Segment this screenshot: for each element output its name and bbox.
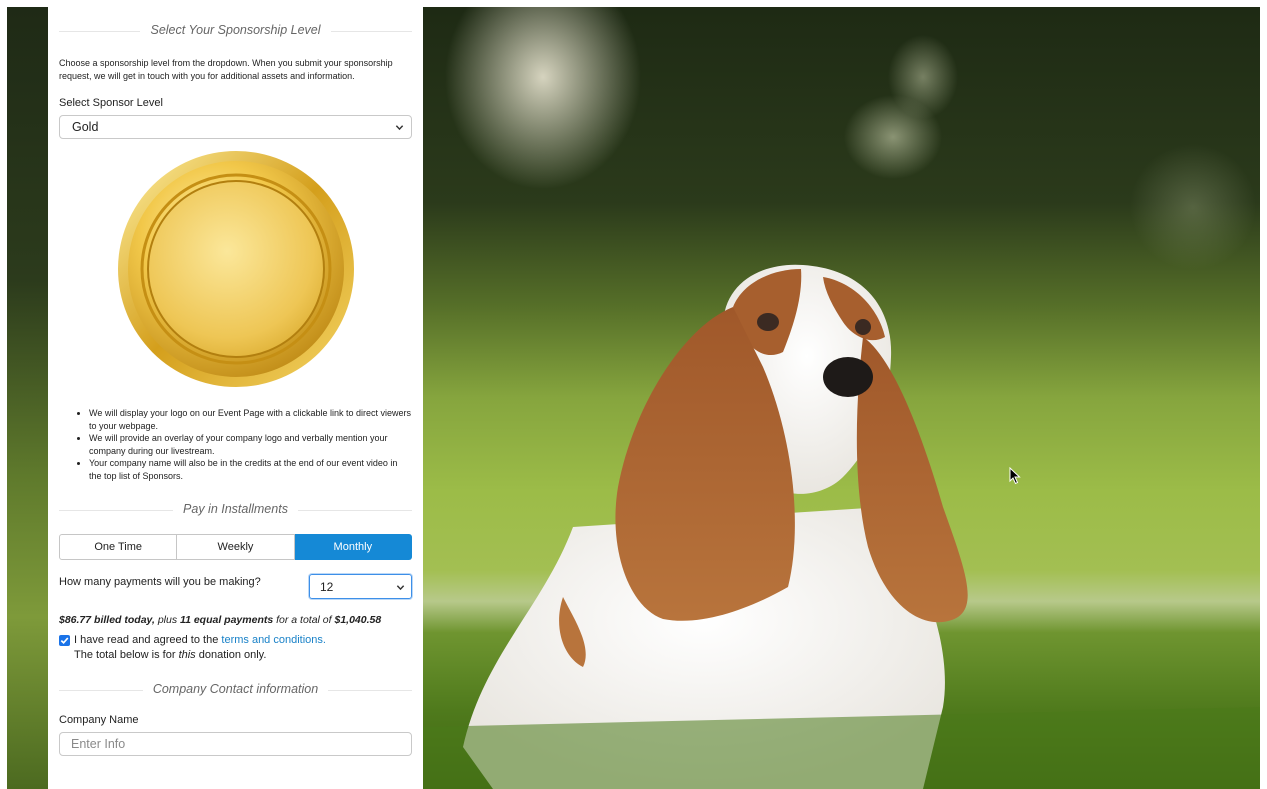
company-name-label: Company Name [59, 714, 139, 726]
sponsor-level-value: Gold [72, 120, 99, 134]
summary-for-total: for a total of [273, 614, 335, 626]
terms-checkbox[interactable] [59, 635, 70, 646]
sponsorship-intro-text: Choose a sponsorship level from the drop… [59, 58, 393, 81]
terms-link[interactable]: terms and conditions. [221, 634, 326, 646]
terms-prefix: I have read and agreed to the [74, 634, 222, 646]
total-note-emphasis: this [178, 649, 196, 661]
tab-one-time[interactable]: One Time [59, 534, 178, 560]
summary-plus: plus [154, 614, 181, 626]
sponsorship-benefits-list: We will display your logo on our Event P… [59, 407, 412, 482]
total-note-suffix: donation only. [195, 649, 267, 661]
chevron-down-icon [396, 585, 405, 591]
installments-header: Pay in Installments [59, 500, 412, 520]
sponsorship-form-panel: Select Your Sponsorship Level Choose a s… [48, 7, 423, 789]
company-contact-header: Company Contact information [59, 680, 412, 700]
background-photo-basset-hound [423, 7, 1260, 789]
sponsorship-level-header: Select Your Sponsorship Level [59, 21, 412, 41]
chevron-down-icon [395, 125, 404, 131]
list-item: Your company name will also be in the cr… [89, 457, 412, 482]
list-item: We will provide an overlay of your compa… [89, 432, 412, 457]
tab-weekly[interactable]: Weekly [177, 534, 295, 560]
billing-summary: $86.77 billed today, plus 11 equal payme… [59, 614, 412, 626]
total-note-prefix: The total below is for [74, 649, 179, 661]
gold-medal-image [117, 151, 354, 387]
total-amount: $1,040.58 [334, 614, 382, 626]
payments-count-row: How many payments will you be making? 12 [59, 574, 412, 600]
total-note: The total below is for this donation onl… [74, 648, 412, 663]
tab-monthly[interactable]: Monthly [294, 534, 412, 560]
sponsor-level-label: Select Sponsor Level [59, 97, 163, 109]
basset-hound-puppy [423, 264, 1260, 789]
payment-frequency-tabs: One Time Weekly Monthly [59, 534, 412, 560]
sponsor-level-select[interactable]: Gold [59, 115, 412, 139]
background-photo-left [7, 7, 48, 789]
checkmark-icon [60, 637, 69, 645]
mouse-cursor-icon [1009, 467, 1021, 485]
payments-count-select[interactable]: 12 [309, 574, 412, 599]
terms-line: I have read and agreed to the terms and … [74, 633, 412, 648]
terms-agreement: I have read and agreed to the terms and … [59, 633, 412, 663]
company-name-input[interactable]: Enter Info [59, 732, 412, 756]
billed-today-amount: $86.77 billed today, [59, 614, 155, 626]
payments-count-label: How many payments will you be making? [59, 576, 261, 588]
equal-payments-count: 11 equal payments [180, 614, 274, 626]
page-frame: Select Your Sponsorship Level Choose a s… [7, 7, 1260, 789]
list-item: We will display your logo on our Event P… [89, 407, 412, 432]
payments-count-value: 12 [320, 580, 334, 594]
